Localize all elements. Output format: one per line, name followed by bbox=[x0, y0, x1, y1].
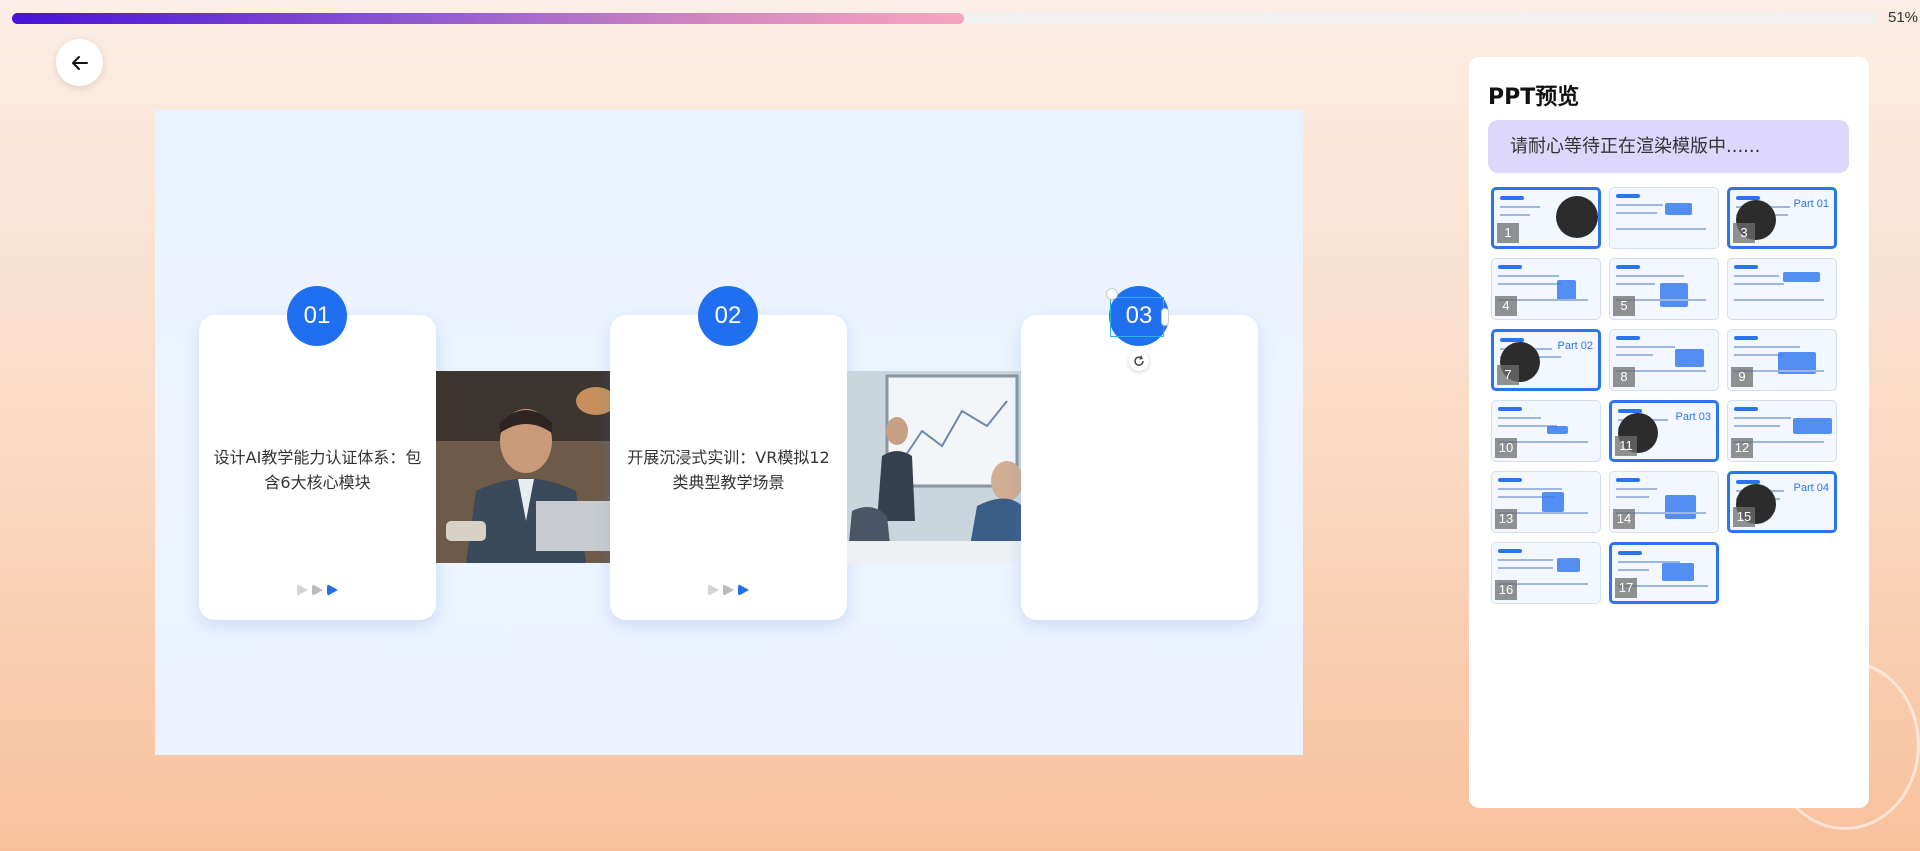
slide-thumbnail[interactable]: 1 bbox=[1491, 187, 1601, 249]
card-2-number: 02 bbox=[698, 286, 758, 346]
card-2[interactable]: 开展沉浸式实训：VR模拟12类典型教学场景 bbox=[610, 315, 847, 620]
thumb-part-label: Part 01 bbox=[1793, 198, 1829, 210]
slide-thumbnail[interactable]: 17 bbox=[1609, 542, 1719, 604]
progress-bar bbox=[12, 13, 1878, 24]
card-1-photo bbox=[436, 371, 611, 563]
card-1-arrows bbox=[199, 581, 436, 596]
card-1-number: 01 bbox=[287, 286, 347, 346]
thumb-number: 9 bbox=[1731, 367, 1753, 387]
progress-fill bbox=[12, 13, 964, 24]
card-1-text: 设计AI教学能力认证体系：包含6大核心模块 bbox=[213, 448, 422, 492]
thumb-part-label: Part 04 bbox=[1793, 482, 1829, 494]
thumb-number: 3 bbox=[1733, 223, 1755, 243]
progress-percent: 51% bbox=[1888, 9, 1919, 26]
thumb-number: 11 bbox=[1615, 436, 1637, 456]
card-2-text: 开展沉浸式实训：VR模拟12类典型教学场景 bbox=[627, 448, 830, 492]
decorative-ring bbox=[1770, 660, 1920, 830]
slide-thumbnail[interactable]: 13 bbox=[1491, 471, 1601, 533]
slide-thumbnail[interactable]: 8 bbox=[1609, 329, 1719, 391]
card-2-photo bbox=[847, 371, 1022, 563]
rendering-notice: 请耐心等待正在渲染模版中...... bbox=[1488, 120, 1849, 173]
slide-thumbnail[interactable] bbox=[1609, 187, 1719, 249]
slide-thumbnail[interactable]: Part 04 15 bbox=[1727, 471, 1837, 533]
resize-handle-right[interactable] bbox=[1161, 308, 1169, 326]
thumb-number: 4 bbox=[1495, 296, 1517, 316]
slide-canvas[interactable]: 设计AI教学能力认证体系：包含6大核心模块 01 开展沉浸式实训：VR模拟12类… bbox=[155, 110, 1303, 755]
resize-handle[interactable] bbox=[1106, 288, 1118, 300]
arrow-left-icon bbox=[71, 55, 88, 70]
slide-thumbnail[interactable]: 14 bbox=[1609, 471, 1719, 533]
card-1[interactable]: 设计AI教学能力认证体系：包含6大核心模块 bbox=[199, 315, 436, 620]
rotate-icon[interactable] bbox=[1129, 351, 1149, 371]
slide-thumbnail[interactable]: 9 bbox=[1727, 329, 1837, 391]
slide-thumbnail[interactable]: 10 bbox=[1491, 400, 1601, 462]
thumb-number: 16 bbox=[1495, 580, 1517, 600]
slide-thumbnail[interactable]: 16 bbox=[1491, 542, 1601, 604]
slide-thumbnail[interactable]: 5 bbox=[1609, 258, 1719, 320]
thumb-number: 17 bbox=[1615, 578, 1637, 598]
thumb-number: 7 bbox=[1497, 365, 1519, 385]
thumb-number: 1 bbox=[1497, 223, 1519, 243]
selection-box[interactable] bbox=[1110, 297, 1164, 337]
thumb-number: 15 bbox=[1733, 507, 1755, 527]
back-button[interactable] bbox=[56, 39, 103, 86]
thumb-number: 12 bbox=[1731, 438, 1753, 458]
thumb-number: 5 bbox=[1613, 296, 1635, 316]
thumb-part-label: Part 02 bbox=[1557, 340, 1593, 352]
slide-thumbnail[interactable]: 4 bbox=[1491, 258, 1601, 320]
thumb-number: 8 bbox=[1613, 367, 1635, 387]
slide-thumbnail[interactable]: Part 01 3 bbox=[1727, 187, 1837, 249]
slide-thumbnail[interactable] bbox=[1727, 258, 1837, 320]
slide-thumbnail[interactable]: 12 bbox=[1727, 400, 1837, 462]
thumb-number: 10 bbox=[1495, 438, 1517, 458]
thumb-part-label: Part 03 bbox=[1675, 411, 1711, 423]
panel-title: PPT预览 bbox=[1488, 85, 1580, 110]
thumb-number: 13 bbox=[1495, 509, 1517, 529]
card-2-arrows bbox=[610, 581, 847, 596]
thumb-number: 14 bbox=[1613, 509, 1635, 529]
slide-thumbnail[interactable]: Part 03 11 bbox=[1609, 400, 1719, 462]
slide-thumbnail[interactable]: Part 02 7 bbox=[1491, 329, 1601, 391]
